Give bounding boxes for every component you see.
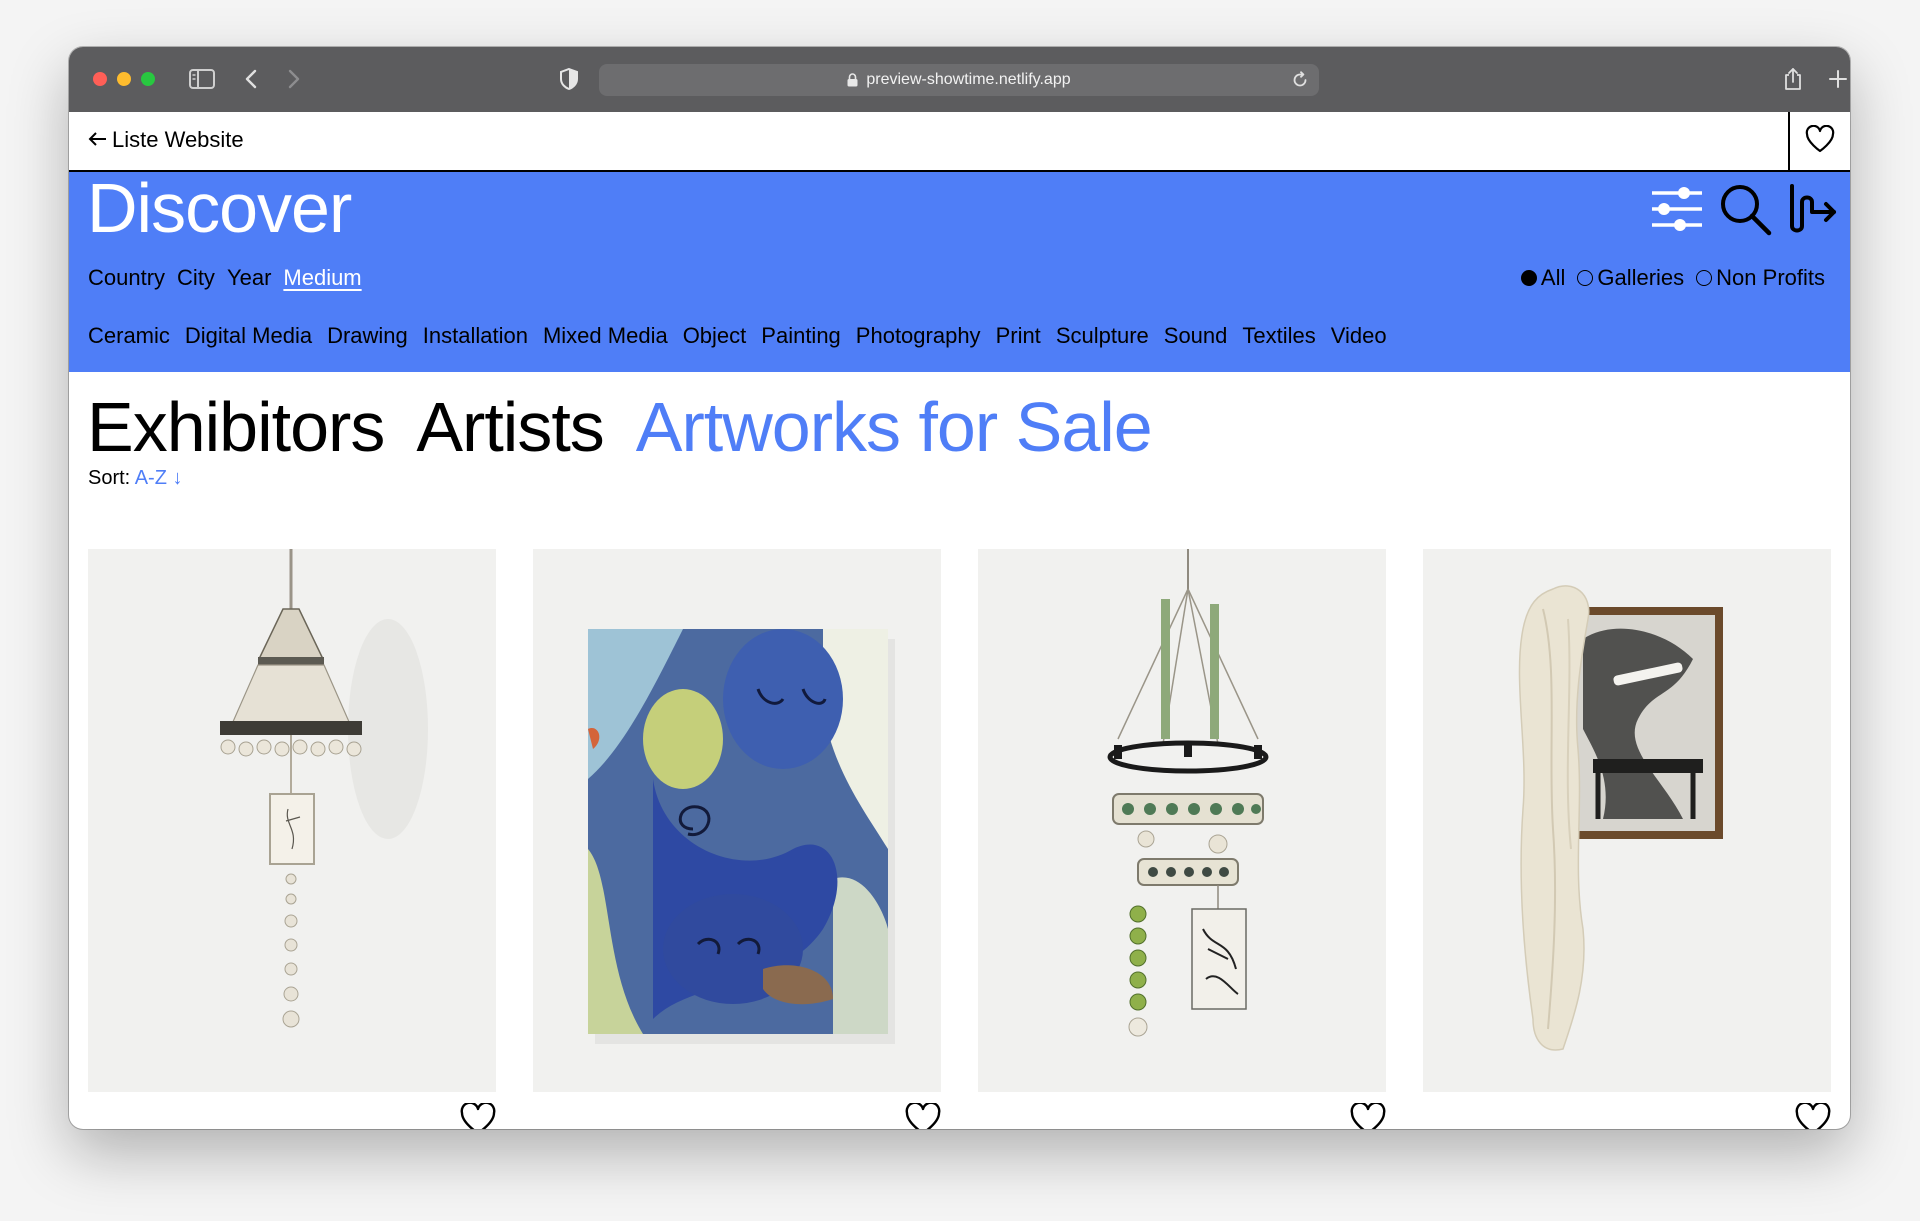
medium-drawing[interactable]: Drawing — [327, 323, 408, 349]
filter-tab-city[interactable]: City — [177, 265, 215, 291]
tab-exhibitors[interactable]: Exhibitors — [87, 387, 385, 467]
artwork-card[interactable] — [533, 549, 941, 1129]
back-chevron-icon[interactable] — [244, 63, 258, 95]
medium-object[interactable]: Object — [683, 323, 747, 349]
sort-value[interactable]: A-Z ↓ — [135, 467, 183, 489]
privacy-shield-icon[interactable] — [559, 63, 579, 95]
tab-artworks-for-sale[interactable]: Artworks for Sale — [636, 387, 1153, 467]
forward-chevron-icon[interactable] — [287, 63, 301, 95]
medium-ceramic[interactable]: Ceramic — [88, 323, 170, 349]
radio-indicator — [1577, 270, 1594, 286]
radio-indicator — [1696, 270, 1713, 286]
filter-tab-year[interactable]: Year — [227, 265, 271, 291]
medium-digital-media[interactable]: Digital Media — [185, 323, 312, 349]
medium-textiles[interactable]: Textiles — [1242, 323, 1315, 349]
artwork-image[interactable] — [1423, 549, 1831, 1092]
medium-list: Ceramic Digital Media Drawing Installati… — [88, 323, 1387, 349]
radio-non-profits[interactable]: Non Profits — [1696, 265, 1825, 291]
heart-icon — [1805, 124, 1835, 158]
medium-painting[interactable]: Painting — [761, 323, 841, 349]
artwork-image[interactable] — [533, 549, 941, 1092]
favorites-button[interactable] — [1788, 112, 1850, 170]
medium-sound[interactable]: Sound — [1164, 323, 1228, 349]
discover-panel: Discover Country City Year Medium All Ga… — [69, 169, 1850, 372]
radio-galleries[interactable]: Galleries — [1577, 265, 1684, 291]
filter-tab-medium[interactable]: Medium — [283, 265, 361, 291]
close-window-button[interactable] — [93, 72, 107, 86]
zoom-window-button[interactable] — [141, 72, 155, 86]
browser-window: preview-showtime.netlify.app Liste Websi… — [69, 47, 1850, 1129]
medium-photography[interactable]: Photography — [856, 323, 981, 349]
artwork-card[interactable] — [1423, 549, 1831, 1129]
reload-icon[interactable] — [1291, 71, 1309, 94]
artwork-card[interactable] — [978, 549, 1386, 1129]
medium-print[interactable]: Print — [996, 323, 1041, 349]
back-to-liste-link[interactable]: Liste Website — [88, 127, 244, 153]
medium-mixed-media[interactable]: Mixed Media — [543, 323, 668, 349]
filter-tabs: Country City Year Medium — [88, 265, 362, 291]
sidebar-toggle-icon[interactable] — [189, 63, 215, 95]
new-tab-plus-icon[interactable] — [1829, 63, 1847, 95]
favorite-heart-icon[interactable] — [1350, 1101, 1386, 1129]
arrow-left-icon — [88, 127, 108, 153]
url-text: preview-showtime.netlify.app — [866, 71, 1071, 88]
arrow-squiggle-icon[interactable] — [1786, 182, 1840, 241]
sort-label: Sort: — [88, 467, 131, 489]
radio-non-profits-label: Non Profits — [1716, 265, 1825, 290]
artwork-image[interactable] — [88, 549, 496, 1092]
artwork-image[interactable] — [978, 549, 1386, 1092]
discover-title: Discover — [87, 169, 352, 247]
main-tabs: Exhibitors Artists Artworks for Sale — [87, 387, 1153, 467]
lock-icon — [847, 73, 858, 87]
share-icon[interactable] — [1783, 63, 1803, 95]
exhibitor-type-radios: All Galleries Non Profits — [1520, 265, 1825, 291]
search-icon[interactable] — [1718, 182, 1772, 241]
site-topbar: Liste Website — [69, 112, 1850, 172]
medium-sculpture[interactable]: Sculpture — [1056, 323, 1149, 349]
tab-artists[interactable]: Artists — [416, 387, 604, 467]
browser-toolbar: preview-showtime.netlify.app — [69, 47, 1850, 112]
back-link-label: Liste Website — [112, 127, 244, 152]
sliders-icon[interactable] — [1650, 184, 1704, 239]
medium-video[interactable]: Video — [1331, 323, 1387, 349]
discover-actions — [1650, 182, 1840, 241]
favorite-heart-icon[interactable] — [460, 1101, 496, 1129]
filter-tab-country[interactable]: Country — [88, 265, 165, 291]
favorite-heart-icon[interactable] — [905, 1101, 941, 1129]
favorite-heart-icon[interactable] — [1795, 1101, 1831, 1129]
radio-galleries-label: Galleries — [1597, 265, 1685, 290]
medium-installation[interactable]: Installation — [423, 323, 528, 349]
radio-all[interactable]: All — [1520, 265, 1566, 291]
radio-indicator-selected — [1520, 270, 1537, 286]
address-bar[interactable]: preview-showtime.netlify.app — [599, 64, 1319, 96]
sort-control: Sort: A-Z ↓ — [88, 467, 182, 490]
radio-all-label: All — [1540, 265, 1566, 290]
minimize-window-button[interactable] — [117, 72, 131, 86]
artwork-card[interactable] — [88, 549, 496, 1129]
